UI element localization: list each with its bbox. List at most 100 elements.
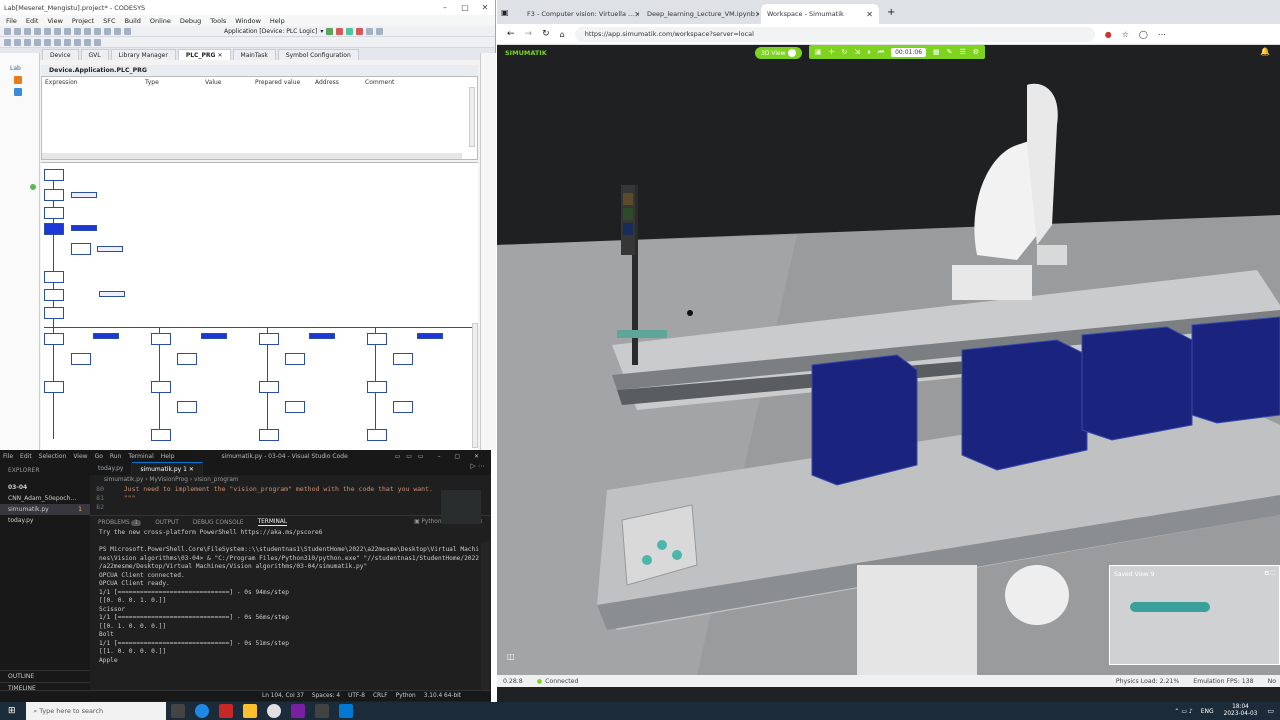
tab-actions-icon[interactable]: ▣ (501, 8, 519, 17)
menu-window[interactable]: Window (235, 17, 261, 25)
step-into-icon[interactable] (24, 38, 31, 46)
open-icon[interactable] (14, 27, 21, 35)
new-tab-icon[interactable]: + (887, 7, 895, 18)
windows-start-icon[interactable]: ⊞ (8, 706, 16, 716)
sfc-step[interactable] (177, 401, 197, 413)
grid-icon[interactable]: ▦ (933, 48, 940, 56)
home-icon[interactable]: ⌂ (560, 30, 565, 39)
clock[interactable]: 18:04 2023-04-03 (1224, 704, 1258, 718)
redo-icon[interactable] (54, 27, 61, 35)
sfc-step[interactable] (259, 429, 279, 441)
browser-tab-deep-learning[interactable]: Deep_learning_Lecture_VM.ipynb ✕ (641, 4, 759, 24)
panel-tab-debug-console[interactable]: DEBUG CONSOLE (193, 520, 244, 526)
menu-view[interactable]: View (47, 17, 62, 25)
sfc-step[interactable] (177, 353, 197, 365)
sfc-action-active[interactable] (71, 225, 97, 231)
sfc-step[interactable] (367, 381, 387, 393)
terminal-list[interactable] (481, 542, 489, 692)
copy-icon[interactable] (74, 27, 81, 35)
file-cnn-adam[interactable]: CNN_Adam_50epoch... (0, 493, 90, 504)
code-area[interactable]: 80 Just need to implement the "vision_pr… (90, 485, 491, 515)
tab-library-manager[interactable]: Library Manager (110, 49, 176, 60)
codesys-taskbar-icon[interactable] (218, 704, 233, 718)
scale-icon[interactable]: ⇲ (854, 48, 860, 56)
breakpoint-icon[interactable] (4, 38, 11, 46)
language-status[interactable]: Python (396, 693, 416, 699)
sfc-step[interactable] (71, 243, 91, 255)
screenshot-icon[interactable]: ◫ (507, 652, 515, 661)
view-toggle[interactable]: 3D View (755, 47, 802, 59)
panel-tab-output[interactable]: OUTPUT (155, 520, 179, 526)
interpreter-status[interactable]: 3.10.4 64-bit (424, 693, 461, 699)
sfc-step[interactable] (71, 353, 91, 365)
sfc-branch-icon[interactable] (64, 38, 71, 46)
vs-menu-view[interactable]: View (73, 453, 87, 460)
browser-menu-icon[interactable]: ⋯ (1158, 30, 1166, 39)
build-icon[interactable] (114, 27, 121, 35)
menu-sfc[interactable]: SFC (103, 17, 115, 25)
tree-root[interactable]: Lab (0, 53, 39, 72)
settings-icon[interactable]: ⚙ (973, 48, 979, 56)
taskbar-search[interactable]: ⌕ Type here to search (25, 702, 166, 720)
minimap[interactable] (441, 490, 481, 524)
forward-icon[interactable]: → (525, 29, 533, 39)
extension-icon[interactable]: ● (1105, 30, 1112, 39)
saved-view-panel[interactable]: Saved View 9 ⧉ ⛶ (1109, 565, 1280, 665)
pause-icon[interactable]: ⏸ (867, 48, 871, 57)
tab-gvl[interactable]: GVL (80, 49, 109, 60)
vscode-window-controls[interactable]: ▭▭▭ – ▢ ✕ (395, 453, 491, 460)
cursor-position[interactable]: Ln 104, Col 37 (262, 693, 304, 699)
sfc-step[interactable] (44, 307, 64, 319)
sfc-step[interactable] (393, 353, 413, 365)
step-back-icon[interactable]: ⏮ (878, 48, 884, 57)
sfc-step[interactable] (44, 271, 64, 283)
rotate-icon[interactable]: ↻ (842, 48, 848, 56)
print-icon[interactable] (34, 27, 41, 35)
tab-plc-prg[interactable]: PLC_PRG ✕ (177, 49, 231, 60)
watch-scrollbar[interactable] (469, 87, 475, 147)
simulation-viewport[interactable]: SIMUMATIK 3D View ▣ ✛ ↻ ⇲ ⏸ ⏮ 00:01:06 ▦… (497, 45, 1280, 675)
new-icon[interactable] (4, 27, 11, 35)
step-icon[interactable] (376, 27, 384, 35)
step-over-icon[interactable] (14, 38, 21, 46)
app-icon[interactable] (266, 704, 281, 718)
target-dropdown-icon[interactable]: ▾ (320, 28, 323, 35)
step-out-icon[interactable] (34, 38, 41, 46)
layout-icon[interactable]: ▣ (815, 48, 822, 56)
vs-tab-today[interactable]: today.py (90, 462, 133, 475)
file-today-py[interactable]: today.py (0, 515, 90, 526)
application-target[interactable]: Application [Device: PLC Logic] (224, 28, 317, 35)
indent-status[interactable]: Spaces: 4 (312, 693, 340, 699)
folder-03-04[interactable]: 03-04 (0, 476, 90, 493)
sfc-macro-icon[interactable] (84, 38, 91, 46)
menu-edit[interactable]: Edit (26, 17, 39, 25)
sfc-step[interactable] (44, 189, 64, 201)
favorites-icon[interactable]: ☆ (1122, 30, 1129, 39)
device-node-icon[interactable] (14, 76, 22, 84)
app-icon[interactable] (290, 704, 305, 718)
col-type[interactable]: Type (145, 79, 205, 86)
sfc-branch-step[interactable] (367, 333, 387, 345)
reload-icon[interactable]: ↻ (542, 29, 550, 39)
panel-tab-problems[interactable]: PROBLEMS 1 (98, 519, 142, 526)
eol-status[interactable]: CRLF (373, 693, 388, 699)
tab-device[interactable]: Device (42, 49, 79, 60)
encoding-status[interactable]: UTF-8 (348, 693, 365, 699)
move-icon[interactable]: ✛ (829, 48, 835, 56)
list-icon[interactable]: ☰ (960, 48, 966, 56)
back-icon[interactable]: ← (507, 29, 515, 39)
watch-hscrollbar[interactable] (42, 153, 462, 159)
col-prepared-value[interactable]: Prepared value (255, 79, 315, 86)
sfc-branch-step[interactable] (151, 333, 171, 345)
menu-help[interactable]: Help (270, 17, 285, 25)
vs-menu-file[interactable]: File (3, 453, 13, 460)
vs-menu-go[interactable]: Go (95, 453, 103, 460)
paste-icon[interactable] (84, 27, 91, 35)
sfc-jump-icon[interactable] (74, 38, 81, 46)
run-file-icon[interactable]: ▷ ⋯ (470, 462, 491, 475)
panel-tab-terminal[interactable]: TERMINAL (257, 519, 288, 526)
notifications-icon[interactable]: ▭ (1267, 707, 1274, 715)
outline-section[interactable]: OUTLINE (0, 670, 90, 682)
notification-icon[interactable]: 🔔 (1260, 47, 1270, 56)
tray-icons[interactable]: ⌃ ▭ ♪ (1174, 708, 1192, 715)
